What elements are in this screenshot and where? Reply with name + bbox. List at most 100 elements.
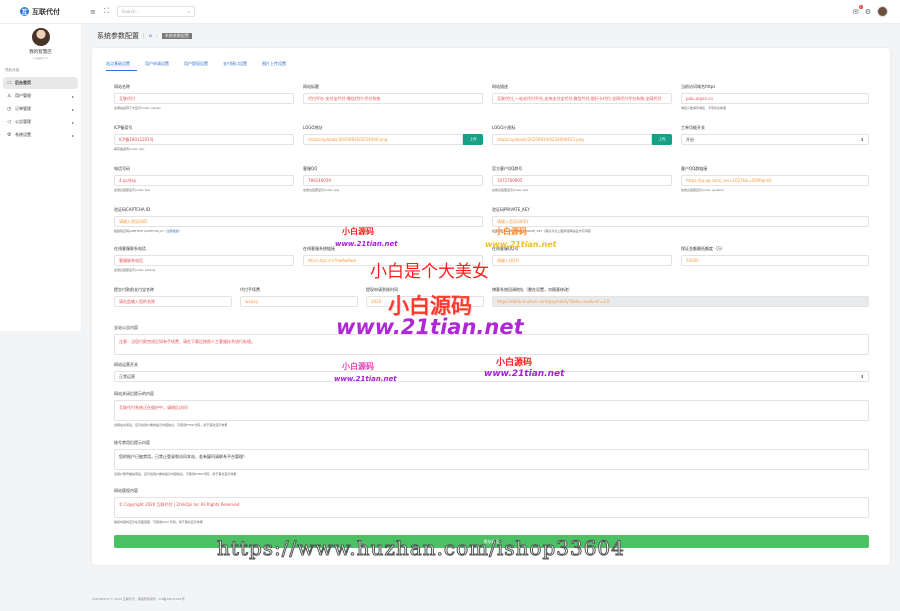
breadcrumb-current: 系统参数配置 — [161, 33, 192, 39]
sidebar-item-label: 用户管理 — [15, 93, 31, 98]
logo-small-group: LOGO小图标 /static/uploads/20200810/0254000… — [492, 125, 672, 145]
copyright-group: 网站版权内容 © Copyright 2020 互联代付 | ZmkOpi In… — [114, 488, 869, 524]
service-tel-group: 在线客服联系电话 客服联系电话 在前台底部显示(note: phone) — [114, 246, 294, 272]
settings-icon[interactable]: ⚙ — [865, 8, 871, 16]
callback-url-label: 博客系统回调地址（需在设置，勿随意修改） — [492, 287, 572, 292]
close-reason-label: 网站关闭后提示的内容 — [114, 391, 154, 396]
tab-site-basic[interactable]: 站点基础设置 — [106, 61, 137, 71]
brand-logo[interactable]: 互 互联代付 — [0, 7, 82, 17]
ban-reason-group: 账号禁用后提示内容 您的账户已被禁用，已禁止登录和访问本站，若有疑问请联系平台管… — [114, 440, 869, 476]
service-qq-input[interactable]: 请输入QQ号 — [492, 255, 672, 266]
notification-bell-icon[interactable]: ✉ 1 — [853, 4, 863, 16]
site-name-input[interactable]: 互联代付 — [114, 93, 294, 104]
site-desc-label: 网站描述 — [492, 84, 508, 89]
qq-group-number-label: 官方客户QQ群号 — [492, 166, 523, 171]
logo-small-upload-button[interactable]: 上传 — [652, 134, 672, 145]
notification-badge: 1 — [858, 4, 863, 9]
watermark-url: www.21tian.net — [334, 375, 397, 383]
sidebar-item-label: 系统设置 — [15, 132, 31, 137]
tab-upload[interactable]: 图片上传设置 — [262, 61, 293, 71]
site-title-input[interactable]: 代付平台-支付宝代付-微信代付-代付系统 — [303, 93, 483, 104]
sidebar-item-orders[interactable]: ◷ 订单管理 ▸ — [3, 103, 78, 115]
sidebar-item-settings[interactable]: ⚙ 系统设置 ▸ — [3, 129, 78, 141]
qq-link-label: 客户QQ群链接 — [681, 166, 708, 171]
gear-icon: ⚙ — [7, 132, 12, 138]
copyright-textarea[interactable]: © Copyright 2020 互联代付 | ZmkOpi Inc All R… — [114, 497, 869, 518]
alipay-fee-input[interactable]: wxpay — [240, 296, 358, 307]
search-input[interactable]: Search... ⌕ — [116, 6, 195, 17]
watermark-brand: 小白源码 — [495, 227, 527, 236]
home-icon[interactable]: ⌂ — [149, 33, 152, 39]
breadcrumb-separator: | — [143, 33, 145, 39]
select-arrow-icon: ⬍ — [860, 374, 864, 379]
sidebar-item-label: 公告管理 — [15, 119, 31, 124]
logo-input[interactable]: /static/uploads/20200810/0254000.png — [303, 134, 463, 145]
captcha-id-input[interactable]: 请输入验证码ID — [114, 216, 483, 227]
breadcrumb-separator: › — [155, 33, 158, 39]
site-name-help: 在网站名称下方显示(note: name) — [114, 106, 161, 110]
tab-payment[interactable]: 支付接口设置 — [223, 61, 254, 71]
site-desc-input[interactable]: 互联代付_一站式代付平台,支持支付宝代付,微信代付,银行卡代付,全网代付平台系统… — [492, 93, 672, 104]
site-domain-label: 当前访问域名https — [681, 84, 716, 89]
qq-link-help: 在前台底部显示(note: qunlink) — [681, 188, 725, 192]
site-domain-input[interactable]: paiu.aipon.cn — [681, 93, 869, 104]
logo-text: 互联代付 — [32, 7, 60, 16]
logo-upload-button[interactable]: 上传 — [463, 134, 483, 145]
close-reason-textarea[interactable]: 互联代付系统正在维护中，请稍后访问！ — [114, 400, 869, 421]
qq-link-input[interactable]: https://jq.qq.com/_wv=1027&k=5OMlqnVk — [681, 175, 869, 186]
alipay-name-input[interactable]: 请在此输入您的名称 — [114, 296, 232, 307]
qq-group-number-input[interactable]: 1072769905 — [492, 175, 672, 186]
ban-reason-textarea[interactable]: 您的账户已被禁用，已禁止登录和访问本站，若有疑问请联系平台管理！ — [114, 449, 869, 470]
site-title-label: 网站标题 — [303, 84, 319, 89]
site-domain-help: 域名只能填写域名，不带协议前缀 — [681, 106, 727, 110]
profile-card: 我的智慧店 Logged in — [0, 24, 81, 60]
logo-small-input[interactable]: /static/uploads/20200810/0254000413.png — [492, 134, 652, 145]
logo-label: LOGO地址 — [303, 125, 323, 130]
settings-tabs: 站点基础设置 用户申请设置 用户提现设置 支付接口设置 图片上传设置 — [106, 61, 301, 71]
watermark-slogan: 小白是个大美女 — [370, 262, 489, 282]
icp-input[interactable]: ICP备18011201号 — [114, 134, 294, 145]
qq-link-group: 客户QQ群链接 https://jq.qq.com/_wv=1027&k=5OM… — [681, 166, 869, 192]
select-arrow-icon: ⬍ — [860, 137, 864, 142]
watermark-brand: 小白源码 — [496, 358, 533, 368]
min-withdraw-input[interactable]: 10000 — [681, 255, 869, 266]
work-status-select[interactable]: 开启 ⬍ — [681, 134, 869, 145]
watermark-url: www.21tian.net — [485, 240, 557, 249]
qq-help: 在前台底部显示(note: qq) — [303, 188, 339, 192]
contact-phone-label: 电话号码 — [114, 166, 130, 171]
breadcrumb: 系统参数配置 | ⌂ › 系统参数配置 — [97, 31, 192, 41]
tab-withdraw[interactable]: 用户提现设置 — [184, 61, 215, 71]
tab-user-apply[interactable]: 用户申请设置 — [145, 61, 176, 71]
watermark-url: www.21tian.net — [484, 369, 565, 379]
watermark-url: www.21tian.net — [335, 240, 398, 248]
min-withdraw-group: 保证金额最低额度（万） 10000 — [681, 246, 869, 266]
user-avatar[interactable] — [877, 6, 888, 17]
captcha-key-group: 验证码PRIVATE_KEY 请输入验证码KEY 极验验证码(GEETEST)P… — [492, 207, 869, 233]
service-qq-group: 在线客服QQ号 请输入QQ号 — [492, 246, 672, 266]
avatar[interactable] — [31, 28, 50, 46]
icp-help: 填写备案号(note: icp) — [114, 147, 145, 151]
sidebar-item-notices[interactable]: ◁ 公告管理 ▸ — [3, 116, 78, 128]
close-reason-group: 网站关闭后提示的内容 互联代付系统正在维护中，请稍后访问！ 当网站关闭后，显示给… — [114, 391, 869, 427]
callback-url-group: 博客系统回调地址（需在设置，勿随意修改） https://daifu.huzha… — [492, 287, 869, 307]
sidebar-item-users[interactable]: ♙ 用户管理 ▸ — [3, 90, 78, 102]
captcha-key-input[interactable]: 请输入验证码KEY — [492, 216, 869, 227]
copyright-label: 网站版权内容 — [114, 488, 138, 493]
fullscreen-icon[interactable]: ⛶ — [104, 7, 109, 16]
copyright-help: 版权内容将显示在页面底部，可使用html 代码，用于美化显示效果 — [114, 520, 203, 524]
qq-input[interactable]: 789146059 — [303, 175, 483, 186]
register-geetest-link[interactable]: 注册极验 — [167, 229, 179, 233]
search-icon[interactable]: ⌕ — [188, 9, 190, 14]
sidebar: 我的智慧店 Logged in 导航分组 ▭ 后台首页 ♙ 用户管理 ▸ ◷ 订… — [0, 24, 82, 331]
service-tel-input[interactable]: 客服联系电话 — [114, 255, 294, 266]
alipay-fee-group: 代付手续费 wxpay — [240, 287, 358, 307]
icp-group: ICP备案号 ICP备18011201号 填写备案号(note: icp) — [114, 125, 294, 151]
menu-toggle-icon[interactable]: ≡ — [90, 8, 96, 16]
sidebar-item-dashboard[interactable]: ▭ 后台首页 — [3, 77, 78, 89]
qq-group: 客服QQ 789146059 在前台底部显示(note: qq) — [303, 166, 483, 192]
captcha-id-help: 极验验证码(GEETEST)CAPTCHA_ID（注册极验） — [114, 229, 483, 233]
contact-phone-input[interactable]: 4 pc/day — [114, 175, 294, 186]
contact-phone-group: 电话号码 4 pc/day 在前台底部显示(note: tel) — [114, 166, 294, 192]
captcha-key-help: 极验验证码(GEETEST)PRIVATE_KEY（需在平台上面添加网站后方可获… — [492, 229, 594, 233]
qq-group-number-help: 在前台底部显示(note: wx) — [492, 188, 529, 192]
